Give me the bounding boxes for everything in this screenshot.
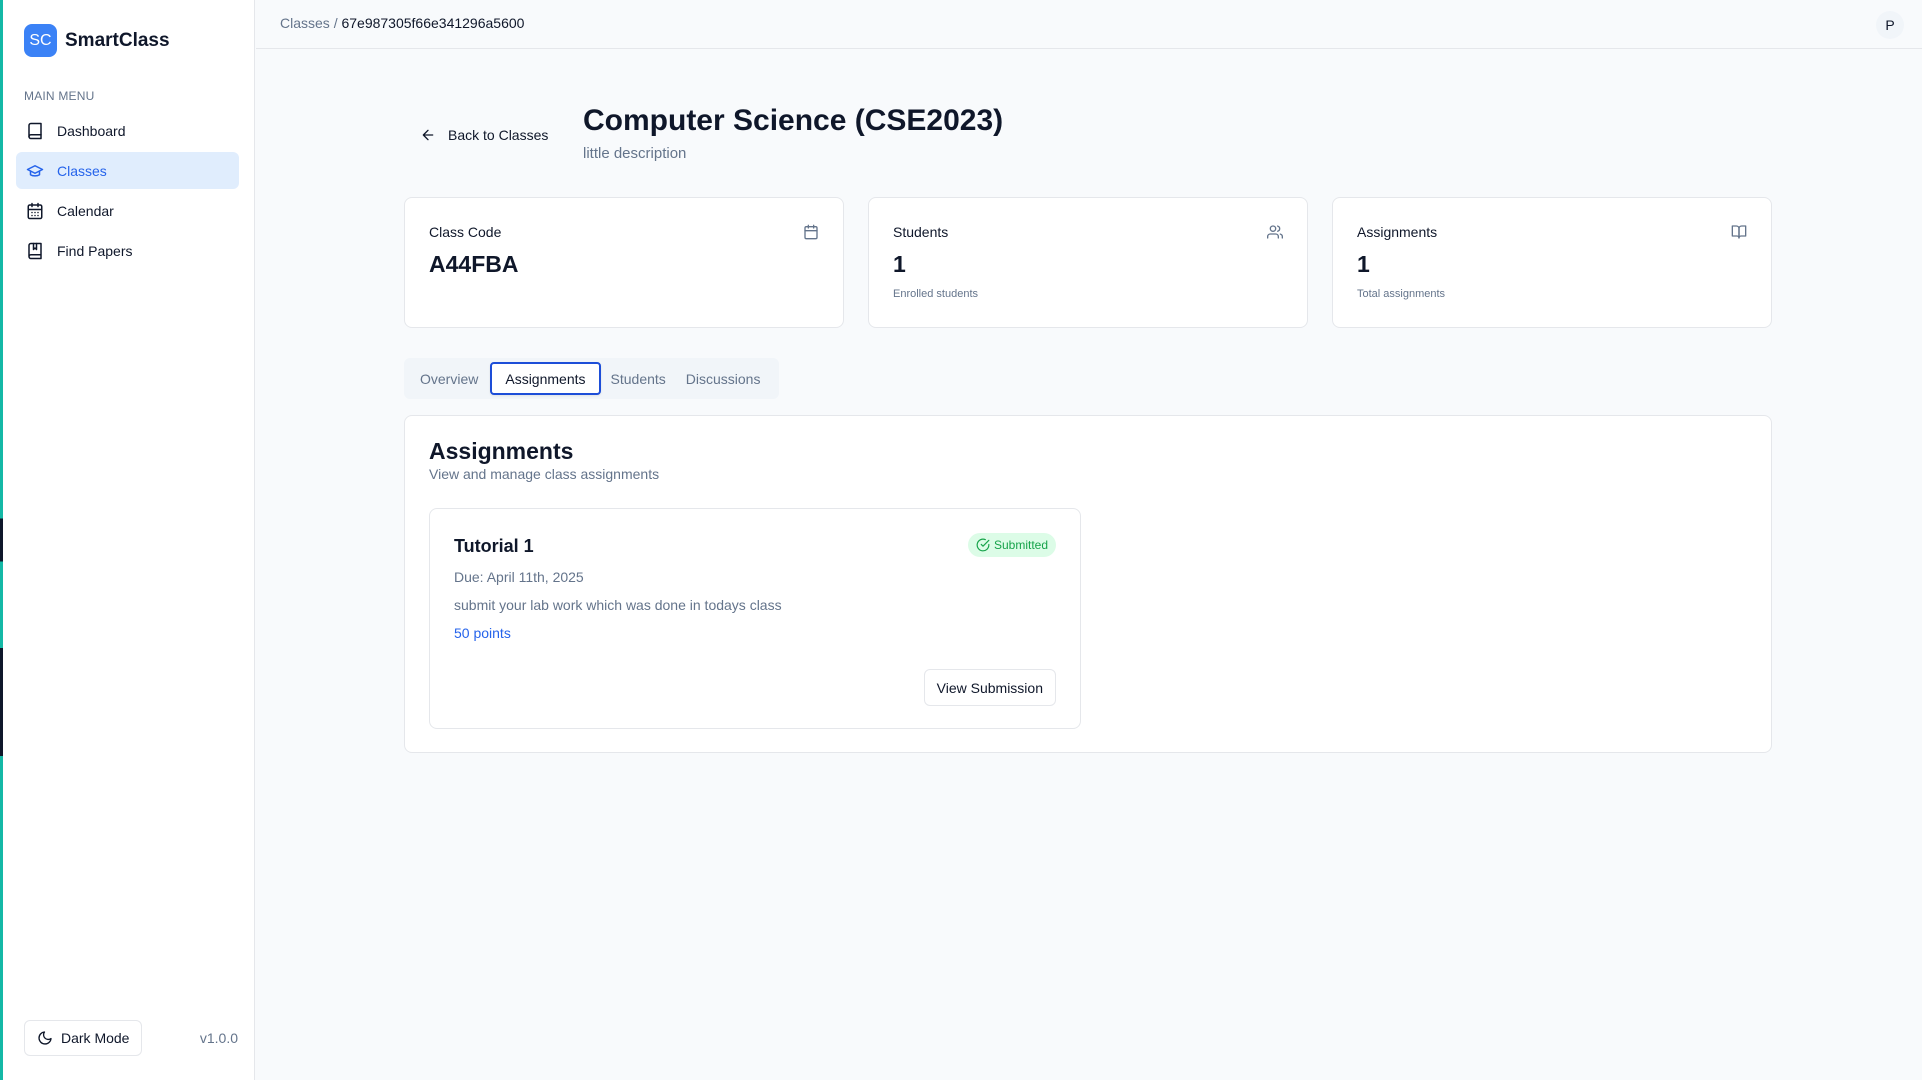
stat-card-assignments: Assignments 1 Total assignments bbox=[1332, 197, 1772, 328]
app-version: v1.0.0 bbox=[199, 1030, 238, 1046]
sidebar-item-label: Find Papers bbox=[57, 242, 133, 259]
dark-mode-label: Dark Mode bbox=[61, 1030, 130, 1046]
main-menu-heading: MAIN MENU bbox=[24, 89, 95, 103]
stat-value: 1 bbox=[893, 251, 906, 277]
top-bar: Classes / 67e987305f66e341296a5600 P bbox=[256, 0, 1922, 49]
stat-card-students: Students 1 Enrolled students bbox=[868, 197, 1308, 328]
stat-label: Students bbox=[893, 224, 949, 240]
stat-caption: Enrolled students bbox=[893, 288, 978, 300]
assignments-panel: Assignments View and manage class assign… bbox=[404, 415, 1772, 753]
class-tabs: Overview Assignments Students Discussion… bbox=[404, 358, 779, 399]
back-to-classes-button[interactable]: Back to Classes bbox=[420, 126, 548, 144]
tab-discussions[interactable]: Discussions bbox=[676, 362, 771, 395]
page-description: little description bbox=[583, 145, 687, 162]
assignment-due-date: Due: April 11th, 2025 bbox=[454, 569, 584, 585]
sidebar-item-label: Calendar bbox=[57, 202, 114, 219]
sidebar-footer: Dark Mode v1.0.0 bbox=[24, 1020, 238, 1056]
back-to-classes-label: Back to Classes bbox=[448, 127, 549, 143]
stat-value: A44FBA bbox=[429, 251, 519, 277]
stat-label: Class Code bbox=[429, 224, 502, 240]
bookmark-book-icon bbox=[26, 242, 44, 260]
assignment-points: 50 points bbox=[454, 625, 511, 641]
assignment-title: Tutorial 1 bbox=[454, 536, 534, 556]
sidebar-item-dashboard[interactable]: Dashboard bbox=[16, 112, 239, 149]
sidebar-item-label: Dashboard bbox=[57, 122, 126, 139]
stat-card-class-code: Class Code A44FBA bbox=[404, 197, 844, 328]
sidebar-nav: Dashboard Classes Calendar Find Papers bbox=[16, 112, 239, 272]
breadcrumb-current: 67e987305f66e341296a5600 bbox=[341, 15, 525, 31]
view-submission-button[interactable]: View Submission bbox=[923, 669, 1056, 706]
sidebar-item-classes[interactable]: Classes bbox=[16, 152, 239, 189]
assignments-panel-title: Assignments bbox=[429, 438, 574, 464]
calendar-icon bbox=[26, 202, 44, 220]
assignments-panel-subtitle: View and manage class assignments bbox=[429, 466, 660, 482]
brand[interactable]: SC SmartClass bbox=[24, 24, 170, 57]
users-icon bbox=[1267, 224, 1283, 240]
stat-caption: Total assignments bbox=[1357, 288, 1446, 300]
status-badge-label: Submitted bbox=[993, 538, 1048, 552]
user-avatar[interactable]: P bbox=[1876, 11, 1904, 39]
tab-students[interactable]: Students bbox=[601, 362, 676, 395]
assignment-description: submit your lab work which was done in t… bbox=[454, 597, 782, 613]
sidebar-item-calendar[interactable]: Calendar bbox=[16, 192, 239, 229]
graduation-cap-icon bbox=[26, 162, 44, 180]
dark-mode-button[interactable]: Dark Mode bbox=[24, 1020, 143, 1056]
breadcrumb-separator: / bbox=[333, 15, 338, 31]
brand-logo: SC bbox=[24, 24, 57, 57]
check-circle-icon bbox=[976, 538, 990, 552]
open-book-icon bbox=[1731, 224, 1747, 240]
breadcrumb: Classes / 67e987305f66e341296a5600 bbox=[280, 15, 524, 31]
sidebar: SC SmartClass MAIN MENU Dashboard Classe… bbox=[3, 0, 255, 1080]
calendar-icon bbox=[803, 224, 819, 240]
tab-overview[interactable]: Overview bbox=[408, 362, 490, 395]
page-title: Computer Science (CSE2023) bbox=[583, 104, 1004, 137]
brand-name: SmartClass bbox=[65, 29, 170, 51]
moon-icon bbox=[37, 1029, 53, 1047]
tab-assignments[interactable]: Assignments bbox=[490, 362, 601, 395]
sidebar-item-find-papers[interactable]: Find Papers bbox=[16, 232, 239, 269]
breadcrumb-classes-link[interactable]: Classes bbox=[280, 15, 330, 31]
stat-value: 1 bbox=[1357, 251, 1370, 277]
stat-label: Assignments bbox=[1357, 224, 1438, 240]
sidebar-item-label: Classes bbox=[57, 162, 107, 179]
assignment-card: Tutorial 1 Submitted Due: April 11th, 20… bbox=[429, 508, 1081, 729]
arrow-left-icon bbox=[420, 126, 436, 144]
status-badge: Submitted bbox=[967, 533, 1056, 557]
book-icon bbox=[26, 122, 44, 140]
